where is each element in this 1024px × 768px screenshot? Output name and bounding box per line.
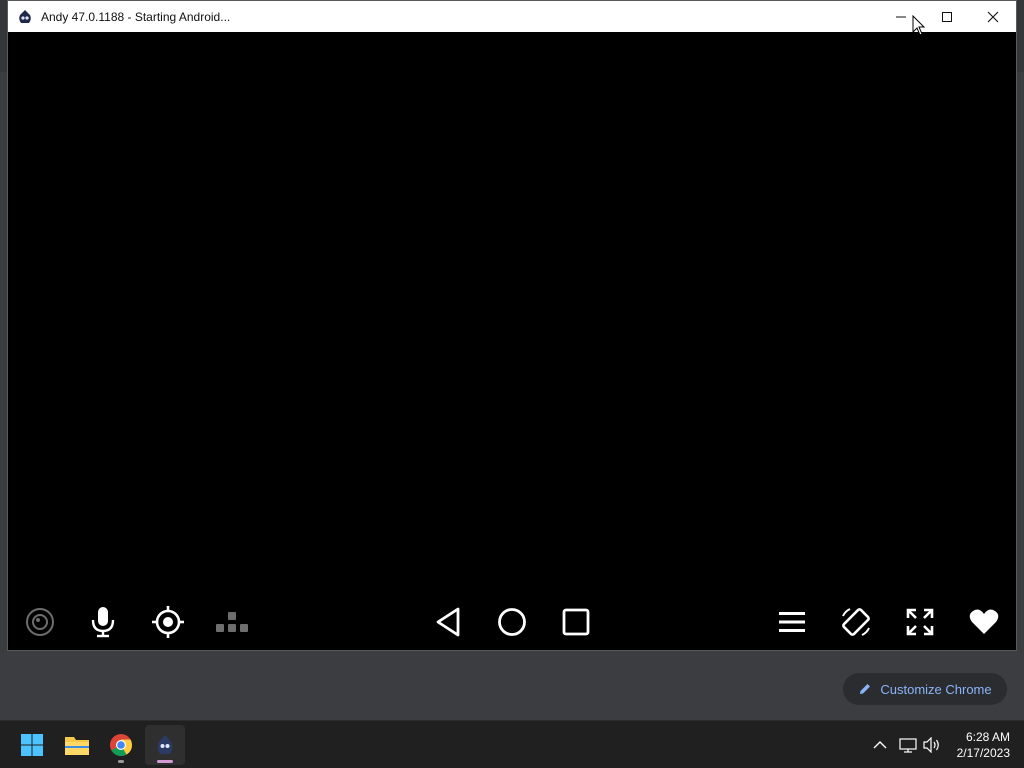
volume-icon[interactable] bbox=[920, 721, 944, 768]
chrome-icon[interactable] bbox=[101, 725, 141, 765]
fullscreen-icon[interactable] bbox=[902, 604, 938, 640]
recents-icon[interactable] bbox=[558, 604, 594, 640]
maximize-button[interactable] bbox=[924, 1, 970, 32]
customize-chrome-label: Customize Chrome bbox=[880, 681, 992, 697]
clock-time: 6:28 AM bbox=[965, 730, 1010, 744]
keymap-icon[interactable] bbox=[214, 604, 250, 640]
file-explorer-icon[interactable] bbox=[57, 725, 97, 765]
microphone-icon[interactable] bbox=[85, 604, 121, 640]
windows-start-icon[interactable] bbox=[12, 725, 52, 765]
title-bar[interactable]: Andy 47.0.1188 - Starting Android... bbox=[8, 1, 1016, 32]
pencil-icon bbox=[860, 684, 871, 694]
home-icon[interactable] bbox=[494, 604, 530, 640]
chrome-running-indicator bbox=[118, 760, 124, 763]
location-target-icon[interactable] bbox=[150, 604, 186, 640]
mouse-cursor-icon bbox=[912, 15, 926, 36]
emulator-navbar bbox=[8, 596, 1016, 650]
andy-window: Andy 47.0.1188 - Starting Android... bbox=[7, 0, 1017, 651]
andy-app-icon bbox=[17, 9, 33, 25]
chevron-up-icon[interactable] bbox=[868, 721, 892, 768]
android-screen[interactable] bbox=[8, 32, 1016, 598]
heart-icon[interactable] bbox=[966, 604, 1002, 640]
network-icon[interactable] bbox=[896, 721, 920, 768]
close-button[interactable] bbox=[970, 1, 1016, 32]
customize-chrome-button[interactable]: Customize Chrome bbox=[843, 673, 1007, 705]
taskbar: 6:28 AM 2/17/2023 bbox=[0, 720, 1024, 768]
back-icon[interactable] bbox=[430, 604, 466, 640]
window-title: Andy 47.0.1188 - Starting Android... bbox=[41, 9, 231, 24]
rotate-icon[interactable] bbox=[838, 604, 874, 640]
andy-icon[interactable] bbox=[145, 725, 185, 765]
clock-date: 2/17/2023 bbox=[956, 746, 1010, 760]
window-controls bbox=[878, 1, 1016, 32]
menu-icon[interactable] bbox=[774, 604, 810, 640]
andy-active-indicator bbox=[157, 760, 173, 763]
system-clock[interactable]: 6:28 AM 2/17/2023 bbox=[957, 729, 1010, 761]
camera-icon[interactable] bbox=[22, 604, 58, 640]
